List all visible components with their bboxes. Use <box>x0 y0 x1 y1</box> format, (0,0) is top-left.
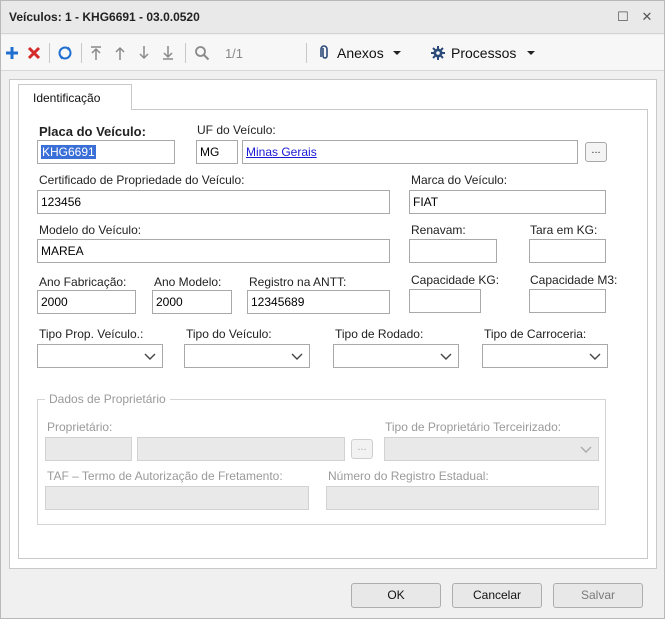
dialog-window: Veículos: 1 - KHG6691 - 03.0.0520 ☐ ✕ 1/… <box>0 0 665 619</box>
renavam-label: Renavam: <box>411 223 466 237</box>
refresh-icon <box>58 46 72 60</box>
first-record-button[interactable] <box>85 41 107 65</box>
search-icon <box>195 46 210 61</box>
title-bar: Veículos: 1 - KHG6691 - 03.0.0520 ☐ ✕ <box>1 1 664 34</box>
processes-menu-button[interactable]: Processos <box>431 41 551 65</box>
toolbar-divider <box>306 43 307 63</box>
tare-input[interactable] <box>529 239 606 263</box>
gear-icon <box>431 46 445 60</box>
tab-identificacao[interactable]: Identificação <box>18 84 132 110</box>
brand-label: Marca do Veículo: <box>411 173 508 187</box>
owner-fieldset-legend: Dados de Proprietário <box>45 392 170 406</box>
tare-label: Tara em KG: <box>530 223 598 237</box>
caret-down-icon <box>392 51 401 55</box>
uf-code-input[interactable]: MG <box>196 140 238 164</box>
uf-name-link[interactable]: Minas Gerais <box>246 145 317 159</box>
toolbar-divider <box>49 43 50 63</box>
close-icon[interactable]: ✕ <box>637 7 657 27</box>
owner-label: Proprietário: <box>47 420 113 434</box>
toolbar-divider <box>81 43 82 63</box>
ok-button[interactable]: OK <box>351 583 441 608</box>
previous-record-button[interactable] <box>109 41 131 65</box>
year-manufacture-input[interactable]: 2000 <box>37 290 136 314</box>
chevron-down-icon <box>144 353 156 360</box>
renavam-input[interactable] <box>409 239 497 263</box>
pagination-indicator: 1/1 <box>215 41 253 65</box>
taf-label: TAF – Termo de Autorização de Fretamento… <box>47 469 283 483</box>
third-party-type-label: Tipo de Proprietário Terceirizado: <box>385 420 562 434</box>
last-record-button[interactable] <box>157 41 179 65</box>
arrow-first-icon <box>91 46 101 60</box>
year-model-input[interactable]: 2000 <box>152 290 232 314</box>
brand-input[interactable]: FIAT <box>409 190 606 214</box>
cancel-button[interactable]: Cancelar <box>452 583 542 608</box>
arrow-down-icon <box>139 46 149 60</box>
arrow-last-icon <box>163 46 173 60</box>
body-type-label: Tipo de Carroceria: <box>484 327 587 341</box>
window-title: Veículos: 1 - KHG6691 - 03.0.0520 <box>9 10 200 24</box>
toolbar-divider <box>185 43 186 63</box>
chevron-down-icon <box>440 353 452 360</box>
state-registration-label: Número do Registro Estadual: <box>328 469 489 483</box>
plate-input[interactable]: KHG6691 <box>37 140 175 164</box>
model-label: Modelo do Veículo: <box>39 223 142 237</box>
owner-name-input[interactable] <box>137 437 345 461</box>
uf-lookup-button[interactable]: ... <box>585 142 607 162</box>
antt-input[interactable]: 12345689 <box>247 290 390 314</box>
plate-value: KHG6691 <box>41 145 96 159</box>
delete-button[interactable] <box>23 41 45 65</box>
capacity-m3-label: Capacidade M3: <box>530 273 618 287</box>
vehicle-type-label: Tipo do Veículo: <box>186 327 272 341</box>
taf-input[interactable] <box>45 486 309 510</box>
antt-label: Registro na ANTT: <box>249 275 347 289</box>
processes-label: Processos <box>451 45 517 61</box>
owner-lookup-button[interactable]: ... <box>351 439 373 459</box>
state-registration-input[interactable] <box>326 486 599 510</box>
caret-down-icon <box>527 51 536 55</box>
certificate-input[interactable]: 123456 <box>37 190 390 214</box>
model-input[interactable]: MAREA <box>37 239 390 263</box>
year-model-label: Ano Modelo: <box>154 275 222 289</box>
uf-name-field[interactable]: Minas Gerais <box>242 140 578 164</box>
paperclip-icon <box>320 45 328 59</box>
pagination-text: 1/1 <box>224 45 244 61</box>
add-button[interactable] <box>1 41 23 65</box>
certificate-label: Certificado de Propriedade do Veículo: <box>39 173 245 187</box>
wheel-type-label: Tipo de Rodado: <box>335 327 424 341</box>
uf-label: UF do Veículo: <box>197 123 276 137</box>
chevron-down-icon <box>291 353 303 360</box>
capacity-m3-input[interactable] <box>529 289 606 313</box>
maximize-icon[interactable]: ☐ <box>613 7 633 27</box>
plate-label: Placa do Veículo: <box>39 124 146 139</box>
refresh-button[interactable] <box>53 41 77 65</box>
third-party-type-select[interactable] <box>384 437 599 461</box>
wheel-type-select[interactable] <box>333 344 459 368</box>
plus-icon <box>6 47 18 59</box>
next-record-button[interactable] <box>133 41 155 65</box>
owner-code-input[interactable] <box>45 437 132 461</box>
arrow-up-icon <box>115 46 125 60</box>
year-manufacture-label: Ano Fabricação: <box>39 275 127 289</box>
capacity-kg-input[interactable] <box>409 289 481 313</box>
capacity-kg-label: Capacidade KG: <box>411 273 500 287</box>
owner-type-label: Tipo Prop. Veículo.: <box>39 327 144 341</box>
chevron-down-icon <box>589 353 601 360</box>
chevron-down-icon <box>580 446 592 453</box>
search-button[interactable] <box>191 41 213 65</box>
toolbar: 1/1 Anexos Processos <box>1 35 664 71</box>
x-icon <box>27 46 41 60</box>
save-button[interactable]: Salvar <box>553 583 643 608</box>
vehicle-type-select[interactable] <box>184 344 310 368</box>
body-type-select[interactable] <box>482 344 608 368</box>
attachments-label: Anexos <box>337 45 384 61</box>
owner-type-select[interactable] <box>37 344 163 368</box>
attachments-menu-button[interactable]: Anexos <box>319 41 419 65</box>
